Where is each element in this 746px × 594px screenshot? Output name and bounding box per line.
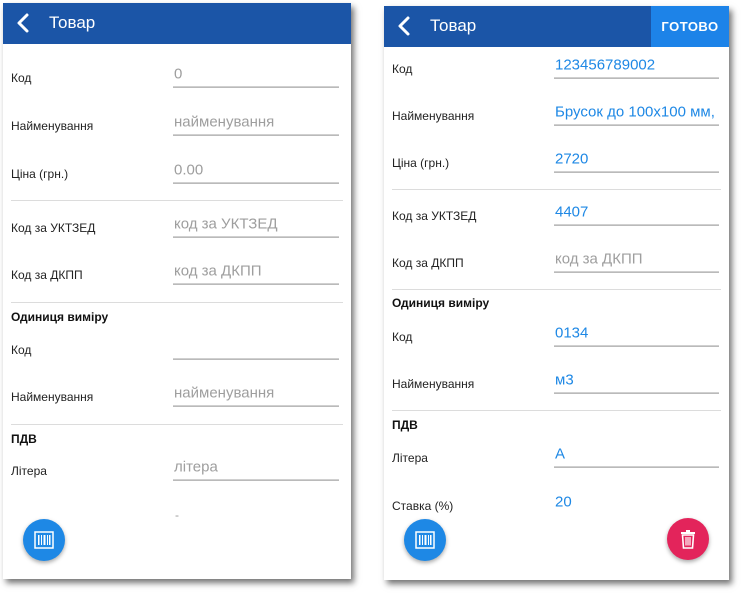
vat-letter-input[interactable]: А: [554, 444, 719, 468]
uktzed-input[interactable]: код за УКТЗЕД: [173, 214, 339, 238]
page-title: Товар: [49, 13, 96, 32]
vat-rate-value: 20: [555, 493, 572, 511]
dkpp-input[interactable]: код за ДКПП: [554, 249, 719, 273]
field-label: Літера: [392, 451, 428, 465]
code-input[interactable]: 0: [173, 64, 339, 88]
field-label: Код за ДКПП: [11, 268, 83, 282]
field-label: Код: [392, 330, 413, 344]
app-bar: Товар: [3, 3, 351, 44]
back-arrow-icon[interactable]: [13, 12, 35, 34]
field-label: Найменування: [11, 390, 94, 404]
field-label: Ставка (%): [392, 499, 454, 513]
field-unit-name: Найменування м3: [384, 364, 729, 404]
divider: [11, 302, 343, 303]
vat-section-title: ПДВ: [11, 432, 37, 446]
field-label: Код: [11, 343, 32, 357]
field-name: Найменування Брусок до 100х100 мм,: [384, 96, 729, 136]
field-label: Код за УКТЗЕД: [11, 221, 96, 235]
back-arrow-icon[interactable]: [394, 15, 416, 37]
unit-code-input[interactable]: [173, 336, 339, 360]
field-uktzed: Код за УКТЗЕД код за УКТЗЕД: [3, 208, 351, 248]
field-label: Літера: [11, 464, 47, 478]
unit-code-input[interactable]: 0134: [554, 323, 719, 347]
barcode-icon: [415, 531, 435, 549]
scan-barcode-button[interactable]: [23, 519, 65, 561]
field-label: Ціна (грн.): [11, 167, 69, 181]
page-title: Товар: [430, 16, 477, 35]
divider: [11, 200, 343, 201]
field-price: Ціна (грн.) 0.00: [3, 154, 351, 194]
vat-section-title: ПДВ: [392, 418, 418, 432]
field-code: Код 123456789002: [384, 49, 729, 89]
name-input[interactable]: Брусок до 100х100 мм,: [554, 102, 719, 126]
price-input[interactable]: 2720: [554, 149, 719, 173]
product-screen-filled: Товар ГОТОВО Код 123456789002 Найменуван…: [384, 6, 729, 580]
field-uktzed: Код за УКТЗЕД 4407: [384, 196, 729, 236]
field-label: Найменування: [11, 119, 94, 133]
field-label: Код: [11, 71, 32, 85]
delete-button[interactable]: [667, 518, 709, 560]
barcode-icon: [34, 531, 54, 549]
product-screen-empty: Товар Код 0 Найменування найменування Ці…: [3, 3, 351, 579]
field-dkpp: Код за ДКПП код за ДКПП: [384, 243, 729, 283]
divider: [392, 189, 721, 190]
field-dkpp: Код за ДКПП код за ДКПП: [3, 255, 351, 295]
price-input[interactable]: 0.00: [173, 160, 339, 184]
divider: [392, 410, 721, 411]
field-price: Ціна (грн.) 2720: [384, 143, 729, 183]
done-button[interactable]: ГОТОВО: [651, 6, 729, 47]
dkpp-input[interactable]: код за ДКПП: [173, 261, 339, 285]
code-input[interactable]: 123456789002: [554, 55, 719, 79]
field-code: Код 0: [3, 58, 351, 98]
trash-icon: [681, 530, 695, 549]
divider: [392, 289, 721, 290]
scan-barcode-button[interactable]: [404, 519, 446, 561]
unit-section-title: Одиниця виміру: [392, 296, 490, 310]
field-vat-letter: Літера літера: [3, 451, 351, 491]
name-input[interactable]: найменування: [173, 112, 339, 136]
field-label: Ціна (грн.): [392, 156, 450, 170]
uktzed-input[interactable]: 4407: [554, 202, 719, 226]
vat-letter-input[interactable]: літера: [173, 457, 339, 481]
field-vat-letter: Літера А: [384, 438, 729, 478]
field-unit-name: Найменування найменування: [3, 377, 351, 417]
field-label: Найменування: [392, 109, 475, 123]
field-label: Код за ДКПП: [392, 256, 464, 270]
unit-name-input[interactable]: найменування: [173, 383, 339, 407]
field-label: Код за УКТЗЕД: [392, 209, 477, 223]
cut-off-field-value: -: [175, 508, 179, 522]
field-label: Найменування: [392, 377, 475, 391]
field-name: Найменування найменування: [3, 106, 351, 146]
app-bar: Товар ГОТОВО: [384, 6, 729, 47]
unit-section-title: Одиниця виміру: [11, 310, 109, 324]
field-label: Код: [392, 62, 413, 76]
divider: [11, 424, 343, 425]
field-unit-code: Код 0134: [384, 317, 729, 357]
field-unit-code: Код: [3, 330, 351, 370]
unit-name-input[interactable]: м3: [554, 370, 719, 394]
